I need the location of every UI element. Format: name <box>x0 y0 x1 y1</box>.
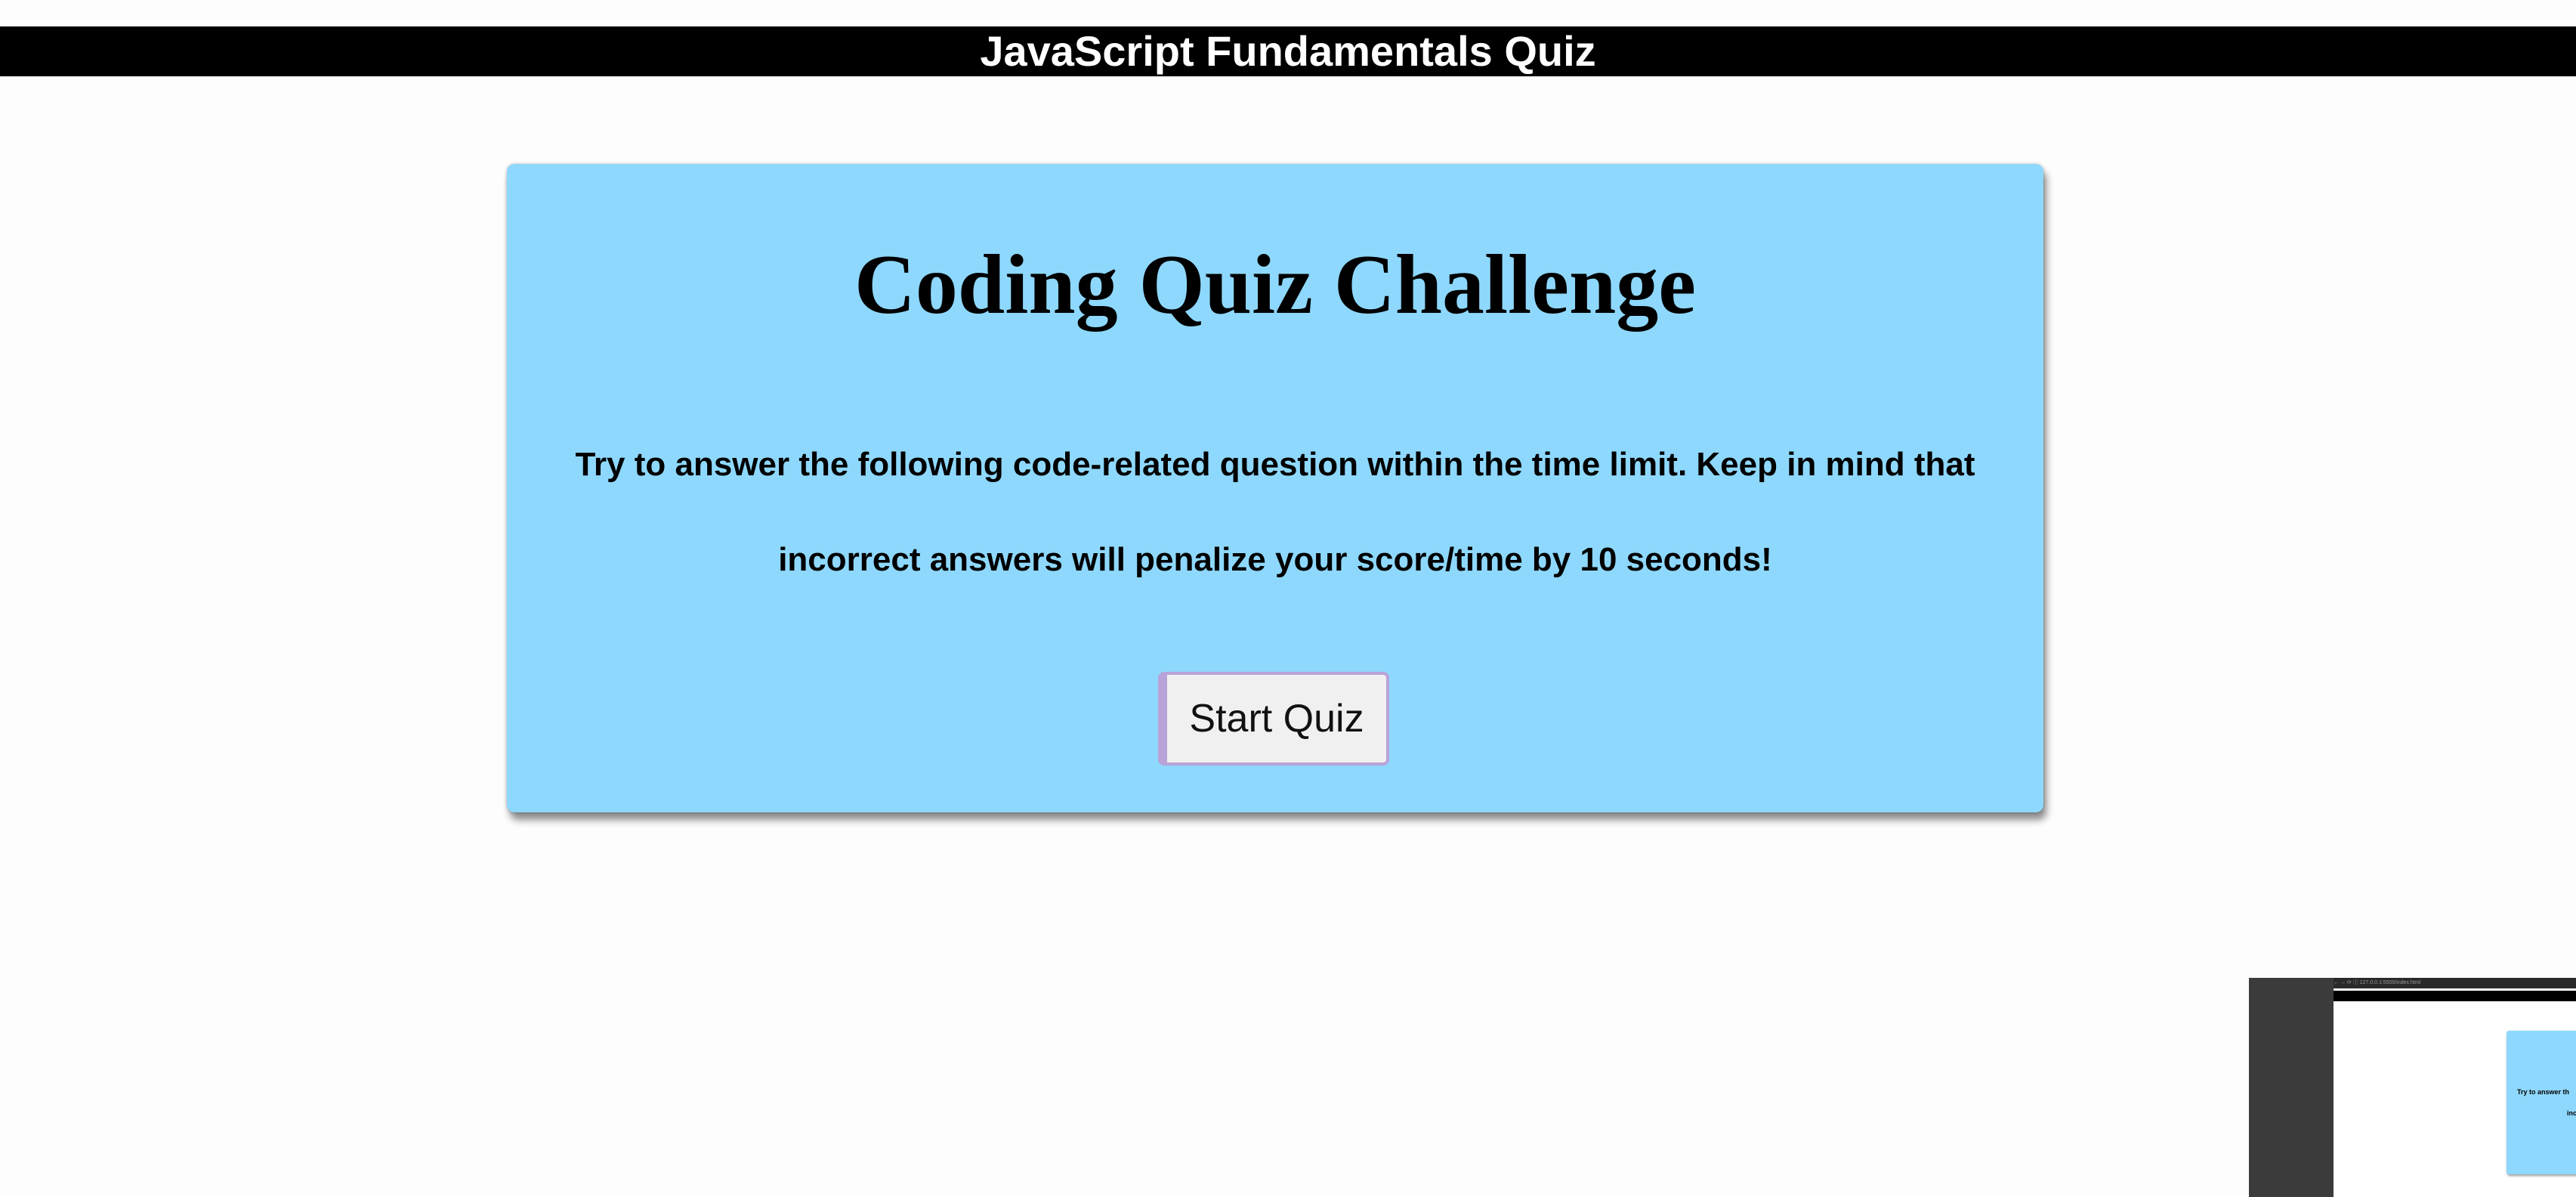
thumbnail-text-line: Try to answer th <box>2517 1088 2570 1096</box>
thumbnail-banner <box>2334 991 2576 1001</box>
page-title: JavaScript Fundamentals Quiz <box>980 27 1596 75</box>
thumbnail-card: Try to answer th inc <box>2507 1031 2576 1174</box>
thumbnail-text-line: inc <box>2567 1109 2576 1117</box>
card-heading: Coding Quiz Challenge <box>854 238 1696 332</box>
quiz-start-card: Coding Quiz Challenge Try to answer the … <box>507 164 2043 812</box>
quiz-instructions: Try to answer the following code-related… <box>575 446 1975 578</box>
start-quiz-button[interactable]: Start Quiz <box>1158 672 1389 766</box>
thumbnail-toolbar: ← → ⟳ ⓘ 127.0.0.1:5500/index.html <box>2334 978 2576 988</box>
thumbnail-screen: ← → ⟳ ⓘ 127.0.0.1:5500/index.html Try to… <box>2334 978 2576 1197</box>
quiz-page: JavaScript Fundamentals Quiz Coding Quiz… <box>0 0 2576 1197</box>
page-title-banner: JavaScript Fundamentals Quiz <box>0 26 2576 76</box>
screen-preview-thumbnail: ← → ⟳ ⓘ 127.0.0.1:5500/index.html Try to… <box>2249 978 2576 1197</box>
